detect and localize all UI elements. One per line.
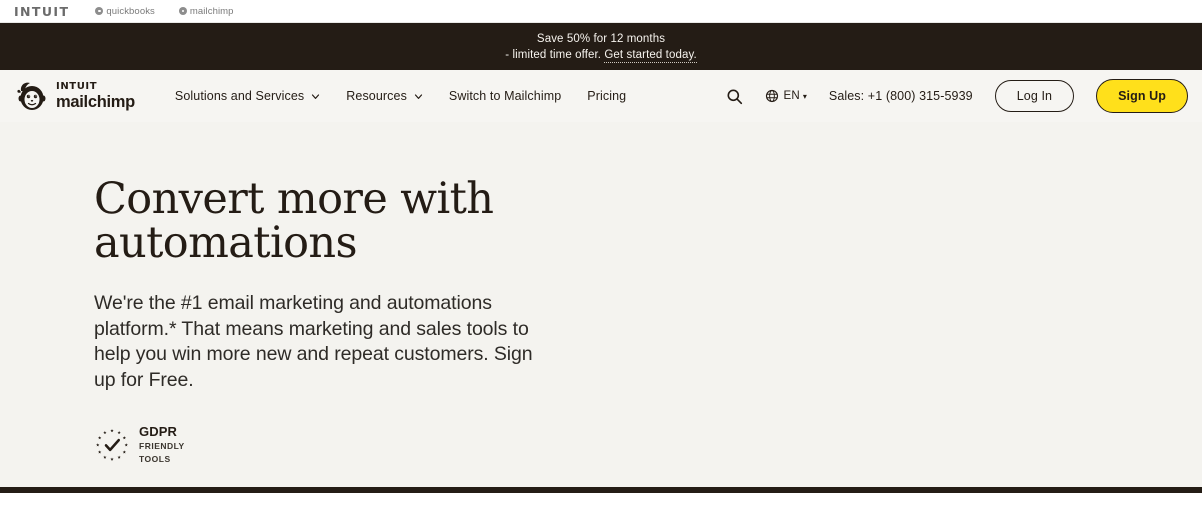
nav-item-label: Switch to Mailchimp xyxy=(448,89,562,103)
intuit-top-bar: INTUIT quickbooks mailchimp xyxy=(0,0,1202,23)
promo-line-2-prefix: - limited time offer. xyxy=(505,48,605,61)
page-bottom-strip xyxy=(0,487,1202,493)
hero-title: Convert more with automations xyxy=(94,174,494,268)
freddie-chimp-icon xyxy=(17,82,46,110)
intuit-product-links: quickbooks mailchimp xyxy=(95,6,233,17)
gdpr-text-block: GDPR FRIENDLY TOOLS xyxy=(139,425,185,464)
nav-right-group: EN ▾ Sales: +1 (800) 315-5939 Log In Sig… xyxy=(726,79,1188,113)
nav-links: Solutions and Services Resources Switch … xyxy=(175,89,626,103)
intuit-logo[interactable]: INTUIT xyxy=(14,4,69,19)
intuit-product-label: quickbooks xyxy=(106,5,155,17)
gdpr-subtitle-line1: FRIENDLY xyxy=(139,441,185,451)
circle-dot-icon xyxy=(95,7,104,15)
circle-dot-icon xyxy=(178,7,187,15)
promo-line-1: Save 50% for 12 months xyxy=(536,32,666,45)
chevron-down-icon: ▾ xyxy=(802,91,807,101)
language-selector[interactable]: EN ▾ xyxy=(765,89,807,103)
chevron-down-icon xyxy=(312,93,320,99)
promo-line-2: - limited time offer. Get started today. xyxy=(505,48,697,63)
login-button[interactable]: Log In xyxy=(994,80,1075,112)
intuit-product-quickbooks[interactable]: quickbooks xyxy=(95,6,155,17)
hero-body-text: We're the #1 email marketing and automat… xyxy=(94,292,533,391)
brand-mailchimp-text: mailchimp xyxy=(56,92,135,111)
intuit-product-mailchimp[interactable]: mailchimp xyxy=(178,5,234,17)
hero-section: Convert more with automations We're the … xyxy=(0,122,1202,487)
mailchimp-brand-logo[interactable]: INTUIT mailchimp xyxy=(16,80,135,112)
search-icon[interactable] xyxy=(726,88,743,105)
nav-item-label: Solutions and Services xyxy=(174,89,305,103)
gdpr-title: GDPR xyxy=(139,424,177,439)
signup-button[interactable]: Sign Up xyxy=(1096,79,1188,113)
nav-item-solutions-and-services[interactable]: Solutions and Services xyxy=(175,89,320,103)
brand-wordmark: INTUIT mailchimp xyxy=(56,80,135,111)
nav-item-label: Pricing xyxy=(587,89,627,103)
intuit-product-label: mailchimp xyxy=(189,5,234,17)
nav-item-pricing[interactable]: Pricing xyxy=(587,89,626,103)
language-code: EN xyxy=(783,90,800,102)
nav-item-label: Resources xyxy=(346,89,407,103)
main-navigation-bar: INTUIT mailchimp Solutions and Services … xyxy=(0,70,1202,122)
chevron-down-icon xyxy=(414,93,423,99)
brand-intuit-text: INTUIT xyxy=(56,80,98,92)
sales-phone-link[interactable]: Sales: +1 (800) 315-5939 xyxy=(829,89,973,103)
promo-get-started-link[interactable]: Get started today. xyxy=(604,48,697,63)
promo-banner: Save 50% for 12 months - limited time of… xyxy=(0,23,1202,70)
gdpr-subtitle-line2: TOOLS xyxy=(139,454,171,464)
globe-icon xyxy=(766,89,779,103)
nav-item-resources[interactable]: Resources xyxy=(346,89,423,103)
gdpr-stars-check-icon xyxy=(96,428,128,461)
gdpr-badge: GDPR FRIENDLY TOOLS xyxy=(94,425,1202,464)
nav-item-switch-to-mailchimp[interactable]: Switch to Mailchimp xyxy=(449,89,561,103)
